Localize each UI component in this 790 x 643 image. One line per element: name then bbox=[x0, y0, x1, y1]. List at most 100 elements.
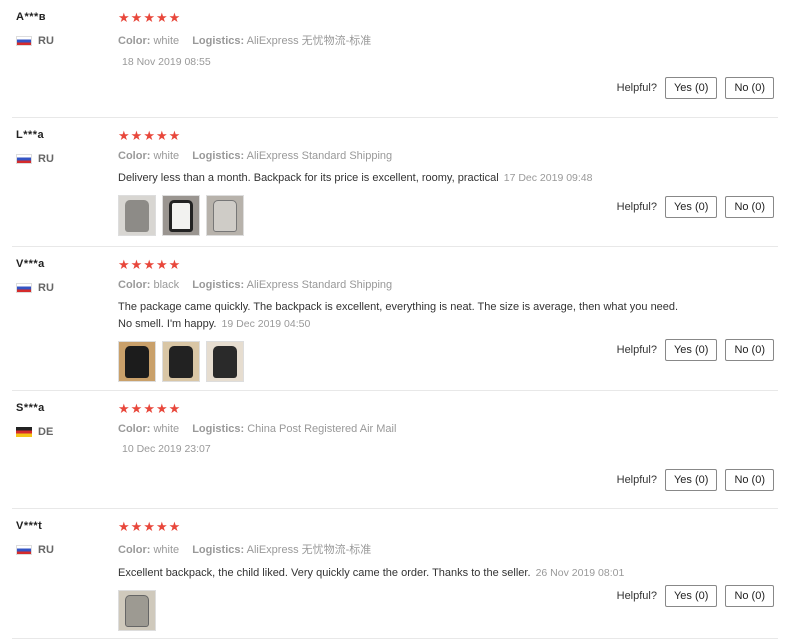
review-photo-thumbnail[interactable] bbox=[118, 341, 156, 382]
helpful-label: Helpful? bbox=[616, 344, 657, 356]
helpful-controls: Helpful? Yes (0) No (0) bbox=[617, 77, 774, 99]
review-body: ★ ★ ★ ★ ★ Color: white Logistics: AliExpress… bbox=[118, 129, 778, 236]
country-code: RU bbox=[38, 35, 54, 47]
country-code: RU bbox=[38, 153, 54, 165]
logistics-label: Logistics: bbox=[192, 423, 245, 435]
color-label: Color: bbox=[118, 279, 151, 291]
star-icon: ★ bbox=[143, 401, 155, 416]
star-rating: ★ ★ ★ ★ ★ bbox=[118, 402, 778, 416]
reviewer-country: DE bbox=[16, 426, 106, 438]
color-value: white bbox=[153, 35, 180, 47]
reviewer-country: RU bbox=[16, 153, 106, 165]
helpful-no-button[interactable]: No (0) bbox=[725, 339, 774, 361]
review-photo-thumbnail[interactable] bbox=[206, 341, 244, 382]
star-icon: ★ bbox=[168, 519, 181, 534]
star-icon: ★ bbox=[130, 519, 143, 534]
reviewer-country: RU bbox=[16, 544, 106, 556]
reviewer-country: RU bbox=[16, 282, 106, 294]
logistics-value: AliExpress 无忧物流-标准 bbox=[246, 544, 372, 556]
star-icon: ★ bbox=[155, 128, 168, 143]
review-text-content: Excellent backpack, the child liked. Ver… bbox=[118, 567, 531, 579]
star-icon: ★ bbox=[143, 519, 155, 534]
star-icon: ★ bbox=[143, 128, 155, 143]
star-icon: ★ bbox=[155, 257, 168, 272]
color-value: black bbox=[153, 279, 180, 291]
color-label: Color: bbox=[118, 150, 151, 162]
star-rating: ★ ★ ★ ★ ★ bbox=[118, 11, 778, 25]
color-label: Color: bbox=[118, 423, 151, 435]
star-icon: ★ bbox=[155, 10, 168, 25]
helpful-no-button[interactable]: No (0) bbox=[725, 469, 774, 491]
review-photo-thumbnail[interactable] bbox=[206, 195, 244, 236]
color-value: white bbox=[153, 544, 180, 556]
review-date: 26 Nov 2019 08:01 bbox=[535, 567, 625, 579]
reviewer-info: V***a RU bbox=[16, 258, 106, 294]
russia-flag-icon bbox=[16, 36, 32, 46]
logistics-label: Logistics: bbox=[192, 150, 245, 162]
helpful-yes-button[interactable]: Yes (0) bbox=[664, 469, 718, 491]
helpful-no-button[interactable]: No (0) bbox=[725, 77, 774, 99]
review-text-content: Delivery less than a month. Backpack for… bbox=[118, 172, 499, 184]
star-icon: ★ bbox=[118, 519, 130, 534]
color-value: white bbox=[153, 423, 180, 435]
star-icon: ★ bbox=[143, 257, 155, 272]
review-photo-thumbnail[interactable] bbox=[162, 341, 200, 382]
review-meta: Color: white Logistics: AliExpress 无忧物流-… bbox=[118, 32, 778, 48]
star-icon: ★ bbox=[130, 10, 143, 25]
reviewer-name: S***a bbox=[16, 402, 45, 414]
review-date: 17 Dec 2019 09:48 bbox=[503, 172, 593, 184]
logistics-value: AliExpress Standard Shipping bbox=[246, 279, 393, 291]
helpful-label: Helpful? bbox=[616, 201, 657, 213]
helpful-yes-button[interactable]: Yes (0) bbox=[664, 77, 718, 99]
helpful-controls: Helpful? Yes (0) No (0) bbox=[617, 469, 774, 491]
country-code: RU bbox=[38, 544, 54, 556]
logistics-label: Logistics: bbox=[192, 544, 245, 556]
review-meta: Color: white Logistics: AliExpress Stand… bbox=[118, 150, 778, 162]
review-text: The package came quickly. The backpack i… bbox=[118, 299, 688, 333]
helpful-no-button[interactable]: No (0) bbox=[725, 196, 774, 218]
star-rating: ★ ★ ★ ★ ★ bbox=[118, 129, 778, 143]
review-photo-thumbnail[interactable] bbox=[118, 590, 156, 631]
review-body: ★ ★ ★ ★ ★ Color: black Logistics: AliExpress… bbox=[118, 258, 778, 382]
review-item: A***в RU ★ ★ ★ ★ ★ Color: white Logistics: A… bbox=[12, 0, 778, 118]
review-text: Delivery less than a month. Backpack for… bbox=[118, 170, 688, 187]
review-item: S***a DE ★ ★ ★ ★ ★ Color: white Logistics: C… bbox=[12, 391, 778, 509]
review-date: 10 Dec 2019 23:07 bbox=[122, 443, 211, 455]
helpful-label: Helpful? bbox=[616, 590, 657, 602]
star-icon: ★ bbox=[168, 128, 181, 143]
reviewer-name: A***в bbox=[16, 11, 47, 23]
logistics-label: Logistics: bbox=[192, 279, 245, 291]
logistics-value: AliExpress 无忧物流-标准 bbox=[246, 35, 372, 47]
star-rating: ★ ★ ★ ★ ★ bbox=[118, 258, 778, 272]
review-date: 18 Nov 2019 08:55 bbox=[122, 56, 211, 68]
logistics-label: Logistics: bbox=[192, 35, 245, 47]
reviewer-country: RU bbox=[16, 35, 106, 47]
logistics-value: AliExpress Standard Shipping bbox=[246, 150, 393, 162]
helpful-label: Helpful? bbox=[616, 474, 657, 486]
helpful-controls: Helpful? Yes (0) No (0) bbox=[617, 196, 774, 218]
star-icon: ★ bbox=[143, 10, 155, 25]
star-icon: ★ bbox=[155, 519, 168, 534]
helpful-label: Helpful? bbox=[616, 82, 657, 94]
helpful-yes-button[interactable]: Yes (0) bbox=[664, 585, 718, 607]
helpful-yes-button[interactable]: Yes (0) bbox=[664, 196, 718, 218]
reviewer-name: V***t bbox=[16, 520, 43, 532]
review-photo-thumbnail[interactable] bbox=[162, 195, 200, 236]
review-meta: Color: white Logistics: China Post Regis… bbox=[118, 423, 778, 435]
helpful-no-button[interactable]: No (0) bbox=[725, 585, 774, 607]
color-value: white bbox=[153, 150, 180, 162]
review-photo-thumbnail[interactable] bbox=[118, 195, 156, 236]
russia-flag-icon bbox=[16, 545, 32, 555]
star-icon: ★ bbox=[118, 257, 130, 272]
star-icon: ★ bbox=[168, 257, 181, 272]
germany-flag-icon bbox=[16, 427, 32, 437]
helpful-controls: Helpful? Yes (0) No (0) bbox=[617, 339, 774, 361]
color-label: Color: bbox=[118, 35, 151, 47]
reviewer-info: S***a DE bbox=[16, 402, 106, 438]
helpful-yes-button[interactable]: Yes (0) bbox=[664, 339, 718, 361]
reviewer-info: L***a RU bbox=[16, 129, 106, 165]
star-rating: ★ ★ ★ ★ ★ bbox=[118, 520, 778, 534]
reviewer-name: V***a bbox=[16, 258, 45, 270]
review-body: ★ ★ ★ ★ ★ Color: white Logistics: AliExpress… bbox=[118, 11, 778, 69]
review-meta: Color: black Logistics: AliExpress Stand… bbox=[118, 279, 778, 291]
